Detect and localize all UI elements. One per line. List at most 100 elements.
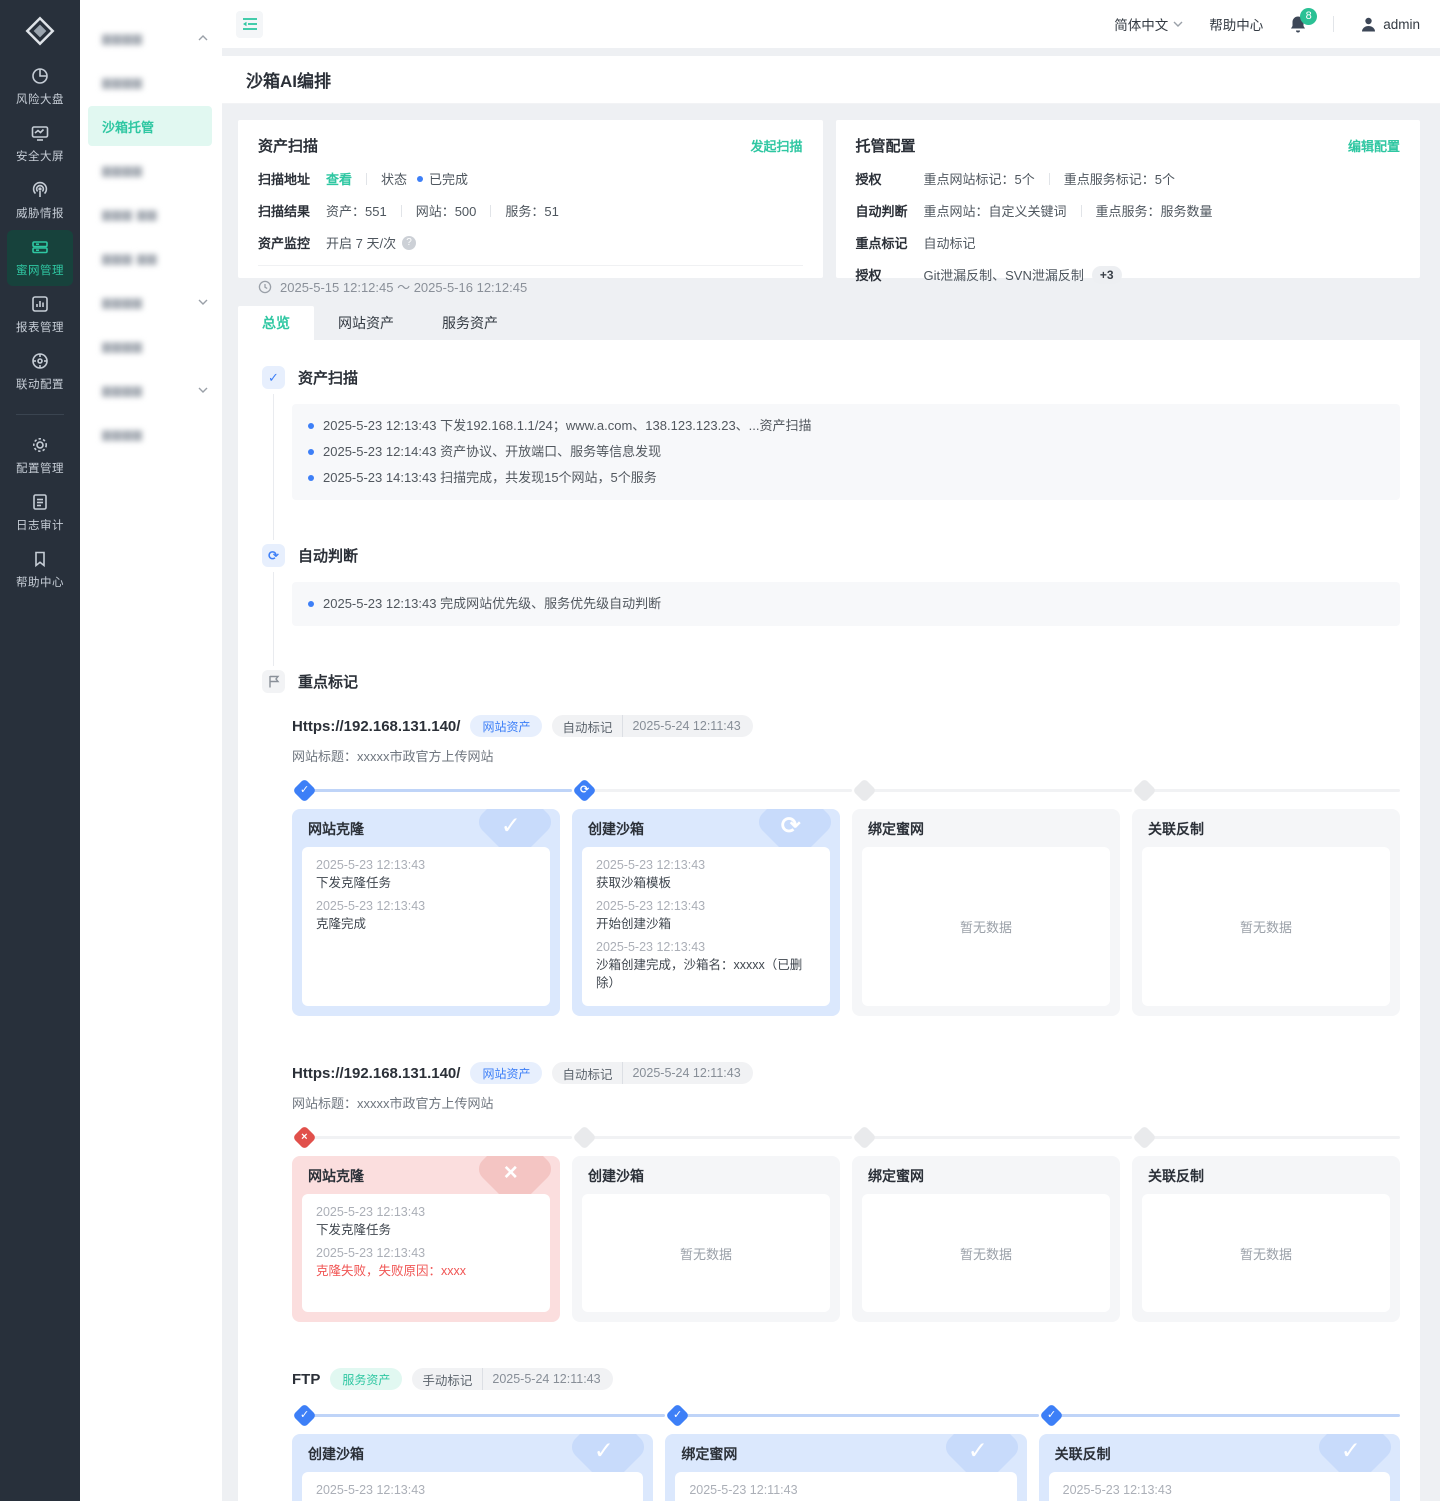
field-label: 扫描地址 [258, 169, 326, 188]
sidebar-item-label: 安全大屏 [16, 148, 64, 164]
chevron-down-icon [1173, 21, 1183, 27]
mark-type: 手动标记 [412, 1370, 482, 1389]
step-pending-diamond [852, 1125, 876, 1149]
divider [1049, 173, 1050, 185]
asset-scan-card: 资产扫描 发起扫描 扫描地址 查看 状态 已完成 扫描结果 资产：551 网站：… [238, 120, 823, 278]
sidebar-item-reports[interactable]: 报表管理 [7, 287, 73, 343]
bar-chart-icon [30, 294, 50, 314]
edit-config-button[interactable]: 编辑配置 [1348, 136, 1400, 155]
collapse-sidebar-button[interactable] [236, 11, 263, 38]
mark-pill: 自动标记 2025-5-24 12:11:43 [552, 1062, 752, 1084]
step-website-clone: × × 网站克隆 2025-5-23 12:13:43下发克隆任务 2025-5… [292, 1126, 560, 1322]
sidebar-item-linkage-config[interactable]: 联动配置 [7, 344, 73, 400]
sidebar-item-honeynet[interactable]: 蜜网管理 [7, 230, 73, 286]
step-success-diamond: ✓ [292, 778, 316, 802]
asset-type-tag: 服务资产 [330, 1368, 402, 1390]
honeynet-icon [30, 237, 50, 257]
step-bind-honeynet: ✓ ✓ 绑定蜜网 2025-5-23 12:11:43自动生成蜜网 2025-5… [665, 1404, 1026, 1501]
step-success-diamond: ✓ [292, 1403, 316, 1427]
submenu-item[interactable]: ▆▆▆▆ [80, 148, 222, 192]
tab-bar: 总览 网站资产 服务资产 [238, 306, 1420, 340]
main-sidebar: 风险大盘 安全大屏 威胁情报 蜜网管理 报表管理 联动配置 配置管理 [0, 0, 80, 1501]
sidebar-divider [16, 414, 64, 415]
asset-type-tag: 网站资产 [470, 715, 542, 737]
submenu-item[interactable]: ▆▆▆▆ [80, 412, 222, 456]
submenu-label-blurred: ▆▆▆▆ [102, 75, 143, 89]
more-count-badge[interactable]: +3 [1092, 266, 1122, 284]
step-success-diamond: ✓ [666, 1403, 690, 1427]
site-title: 网站标题：xxxxx市政官方上传网站 [292, 1093, 1400, 1112]
step-bind-honeynet: 绑定蜜网 暂无数据 [852, 779, 1120, 1016]
refresh-icon: ⟳ [262, 544, 285, 567]
empty-placeholder: 暂无数据 [582, 1194, 830, 1312]
site-title: 网站标题：xxxxx市政官方上传网站 [292, 746, 1400, 765]
log-document-icon [30, 492, 50, 512]
sidebar-item-label: 联动配置 [16, 376, 64, 392]
status-dot [417, 176, 423, 182]
field-label: 状态 [381, 169, 407, 188]
view-address-link[interactable]: 查看 [326, 169, 352, 188]
sidebar-item-label: 日志审计 [16, 517, 64, 533]
submenu-group[interactable]: ▆▆▆▆ [80, 368, 222, 412]
empty-placeholder: 暂无数据 [1142, 1194, 1390, 1312]
start-scan-button[interactable]: 发起扫描 [750, 136, 802, 155]
submenu-item[interactable]: ▆▆▆▆ [80, 324, 222, 368]
tab-website-assets[interactable]: 网站资产 [314, 306, 418, 340]
step-name: 网站克隆 [292, 809, 560, 847]
bullet-dot [308, 601, 314, 607]
sidebar-item-label: 配置管理 [16, 460, 64, 476]
marked-asset-entry: FTP 服务资产 手动标记 2025-5-24 12:11:43 ✓ ✓ [292, 1368, 1400, 1501]
empty-placeholder: 暂无数据 [862, 847, 1110, 1006]
sidebar-item-audit-log[interactable]: 日志审计 [7, 485, 73, 541]
help-center-link[interactable]: 帮助中心 [1209, 14, 1263, 34]
step-name: 关联反制 [1132, 1156, 1400, 1194]
page-title: 沙箱AI编排 [246, 67, 331, 92]
secondary-sidebar: ▆▆▆▆ ▆▆▆▆ 沙箱托管 ▆▆▆▆ ▆▆▆ ▆▆ ▆▆▆ ▆▆ ▆▆▆▆ ▆… [80, 0, 222, 1501]
step-create-sandbox: ⟳ ⟳ 创建沙箱 2025-5-23 12:13:43获取沙箱模板 2025-5… [572, 779, 840, 1016]
log-row: 2025-5-23 14:13:43 扫描完成，共发现15个网站，5个服务 [308, 465, 1384, 491]
submenu-group[interactable]: ▆▆▆▆ [80, 16, 222, 60]
collapse-menu-icon [242, 17, 258, 31]
language-selector[interactable]: 简体中文 [1114, 14, 1183, 34]
config-value: 重点网站：自定义关键词 [924, 201, 1067, 220]
asset-type-tag: 网站资产 [470, 1062, 542, 1084]
step-name: 网站克隆 [292, 1156, 560, 1194]
step-name: 关联反制 [1132, 809, 1400, 847]
section-asset-scan: ✓ 资产扫描 2025-5-23 12:13:43 下发192.168.1.1/… [262, 366, 1400, 500]
submenu-item-sandbox-hosting[interactable]: 沙箱托管 [88, 106, 212, 146]
config-value: 自动标记 [924, 233, 976, 252]
submenu-item[interactable]: ▆▆▆▆ [80, 60, 222, 104]
sidebar-item-risk-dashboard[interactable]: 风险大盘 [7, 59, 73, 115]
log-row: 2025-5-23 12:13:43 下发192.168.1.1/24；www.… [308, 413, 1384, 439]
sidebar-item-help-center[interactable]: 帮助中心 [7, 542, 73, 598]
sidebar-item-security-screen[interactable]: 安全大屏 [7, 116, 73, 172]
help-label: 帮助中心 [1209, 14, 1263, 34]
step-website-clone: ✓ ✓ 网站克隆 2025-5-23 12:13:43下发克隆任务 2025-5… [292, 779, 560, 1016]
submenu-item[interactable]: ▆▆▆ ▆▆ [80, 192, 222, 236]
submenu-item[interactable]: ▆▆▆ ▆▆ [80, 236, 222, 280]
hosting-config-card: 托管配置 编辑配置 授权 重点网站标记：5个 重点服务标记：5个 自动判断 重点… [836, 120, 1421, 278]
submenu-label-blurred: ▆▆▆▆ [102, 31, 143, 45]
entry-title: FTP [292, 1371, 320, 1388]
step-pending-diamond [1132, 1125, 1156, 1149]
submenu-label-blurred: ▆▆▆▆ [102, 383, 143, 397]
gem-logo-icon [22, 13, 58, 49]
site-count: 网站：500 [416, 201, 477, 220]
status-value: 已完成 [429, 169, 468, 188]
clock-icon [258, 280, 272, 294]
overview-panel: ✓ 资产扫描 2025-5-23 12:13:43 下发192.168.1.1/… [238, 340, 1420, 1501]
step-name: 创建沙箱 [292, 1434, 653, 1472]
help-question-icon[interactable]: ? [402, 236, 416, 250]
bookmark-icon [30, 549, 50, 569]
divider [401, 205, 402, 217]
log-row: 2025-5-23 12:14:43 资产协议、开放端口、服务等信息发现 [308, 439, 1384, 465]
tab-service-assets[interactable]: 服务资产 [418, 306, 522, 340]
notification-count-badge: 8 [1300, 8, 1317, 25]
tab-overview[interactable]: 总览 [238, 306, 314, 340]
sidebar-item-threat-intel[interactable]: 威胁情报 [7, 173, 73, 229]
submenu-group[interactable]: ▆▆▆▆ [80, 280, 222, 324]
user-menu[interactable]: admin [1360, 16, 1420, 33]
notification-bell[interactable]: 8 [1289, 15, 1307, 34]
flag-icon [262, 670, 285, 693]
sidebar-item-settings[interactable]: 配置管理 [7, 428, 73, 484]
